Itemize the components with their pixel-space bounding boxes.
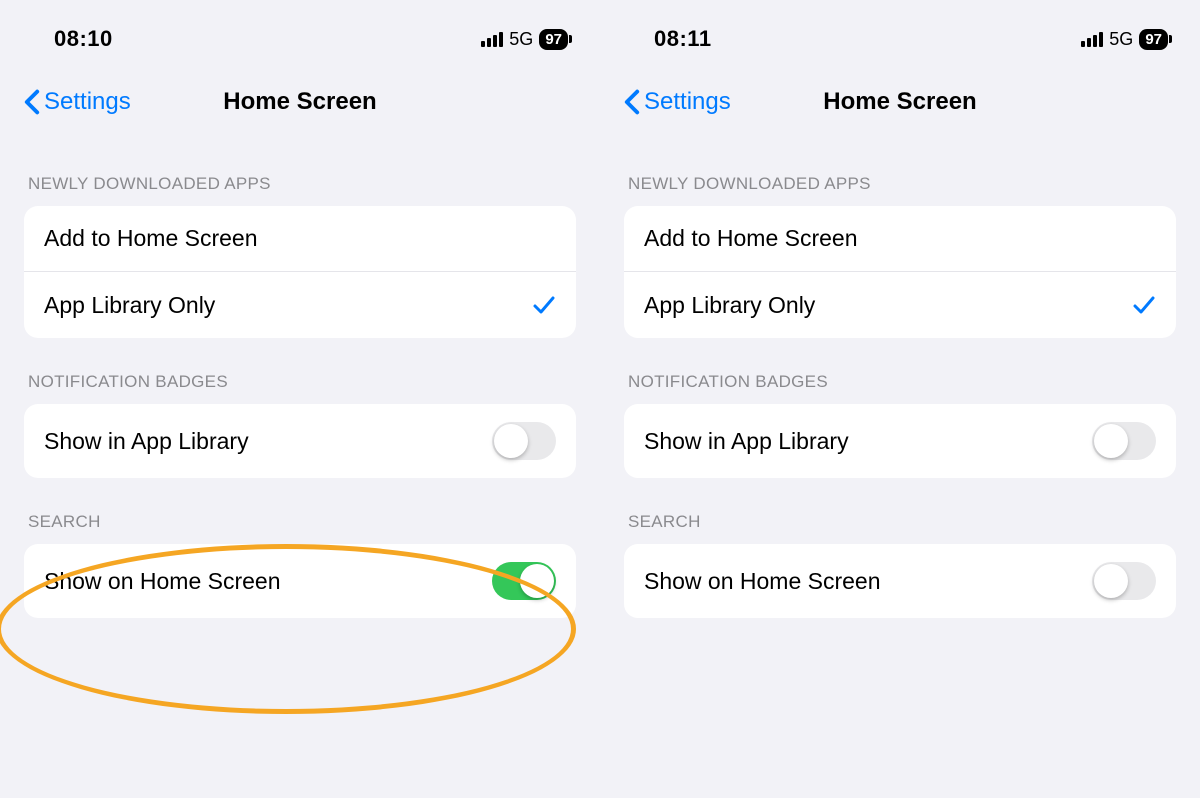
- status-bar: 08:10 5G 97: [24, 0, 576, 60]
- back-button[interactable]: Settings: [624, 88, 731, 116]
- row-show-on-home-screen[interactable]: Show on Home Screen: [24, 544, 576, 618]
- list-badges: Show in App Library: [624, 404, 1176, 478]
- checkmark-icon: [1132, 293, 1156, 317]
- list-new-apps: Add to Home Screen App Library Only: [624, 206, 1176, 338]
- list-new-apps: Add to Home Screen App Library Only: [24, 206, 576, 338]
- row-label: Show in App Library: [44, 428, 249, 455]
- list-search: Show on Home Screen: [624, 544, 1176, 618]
- row-label: Show on Home Screen: [644, 568, 881, 595]
- status-time: 08:10: [24, 26, 113, 52]
- network-label: 5G: [1109, 29, 1133, 50]
- signal-icon: [1081, 31, 1103, 47]
- nav-bar: Settings Home Screen: [24, 72, 576, 132]
- row-label: Add to Home Screen: [44, 225, 258, 252]
- row-show-in-app-library[interactable]: Show in App Library: [624, 404, 1176, 478]
- nav-bar: Settings Home Screen: [624, 72, 1176, 132]
- chevron-left-icon: [624, 89, 640, 115]
- row-show-on-home-screen[interactable]: Show on Home Screen: [624, 544, 1176, 618]
- section-header-new-apps: NEWLY DOWNLOADED APPS: [628, 174, 1172, 194]
- section-header-badges: NOTIFICATION BADGES: [628, 372, 1172, 392]
- signal-icon: [481, 31, 503, 47]
- toggle-show-in-app-library[interactable]: [492, 422, 556, 460]
- section-header-search: SEARCH: [28, 512, 572, 532]
- network-label: 5G: [509, 29, 533, 50]
- row-label: App Library Only: [44, 292, 215, 319]
- row-add-to-home-screen[interactable]: Add to Home Screen: [24, 206, 576, 272]
- status-bar: 08:11 5G 97: [624, 0, 1176, 60]
- screenshot-pair: 08:10 5G 97 Settings Home Screen NEWLY D…: [0, 0, 1200, 798]
- back-button[interactable]: Settings: [24, 88, 131, 116]
- page-title: Home Screen: [223, 88, 376, 116]
- phone-right: 08:11 5G 97 Settings Home Screen NEWLY D…: [600, 0, 1200, 798]
- list-badges: Show in App Library: [24, 404, 576, 478]
- row-show-in-app-library[interactable]: Show in App Library: [24, 404, 576, 478]
- battery-icon: 97: [1139, 29, 1168, 50]
- row-app-library-only[interactable]: App Library Only: [624, 272, 1176, 338]
- back-label: Settings: [44, 88, 131, 116]
- row-label: Add to Home Screen: [644, 225, 858, 252]
- status-right: 5G 97: [1081, 29, 1176, 50]
- status-right: 5G 97: [481, 29, 576, 50]
- toggle-show-on-home-screen[interactable]: [1092, 562, 1156, 600]
- toggle-show-in-app-library[interactable]: [1092, 422, 1156, 460]
- phone-left: 08:10 5G 97 Settings Home Screen NEWLY D…: [0, 0, 600, 798]
- section-header-search: SEARCH: [628, 512, 1172, 532]
- checkmark-icon: [532, 293, 556, 317]
- row-label: Show on Home Screen: [44, 568, 281, 595]
- status-time: 08:11: [624, 26, 712, 52]
- row-add-to-home-screen[interactable]: Add to Home Screen: [624, 206, 1176, 272]
- page-title: Home Screen: [823, 88, 976, 116]
- list-search: Show on Home Screen: [24, 544, 576, 618]
- section-header-badges: NOTIFICATION BADGES: [28, 372, 572, 392]
- battery-icon: 97: [539, 29, 568, 50]
- back-label: Settings: [644, 88, 731, 116]
- row-label: Show in App Library: [644, 428, 849, 455]
- toggle-show-on-home-screen[interactable]: [492, 562, 556, 600]
- row-label: App Library Only: [644, 292, 815, 319]
- chevron-left-icon: [24, 89, 40, 115]
- section-header-new-apps: NEWLY DOWNLOADED APPS: [28, 174, 572, 194]
- row-app-library-only[interactable]: App Library Only: [24, 272, 576, 338]
